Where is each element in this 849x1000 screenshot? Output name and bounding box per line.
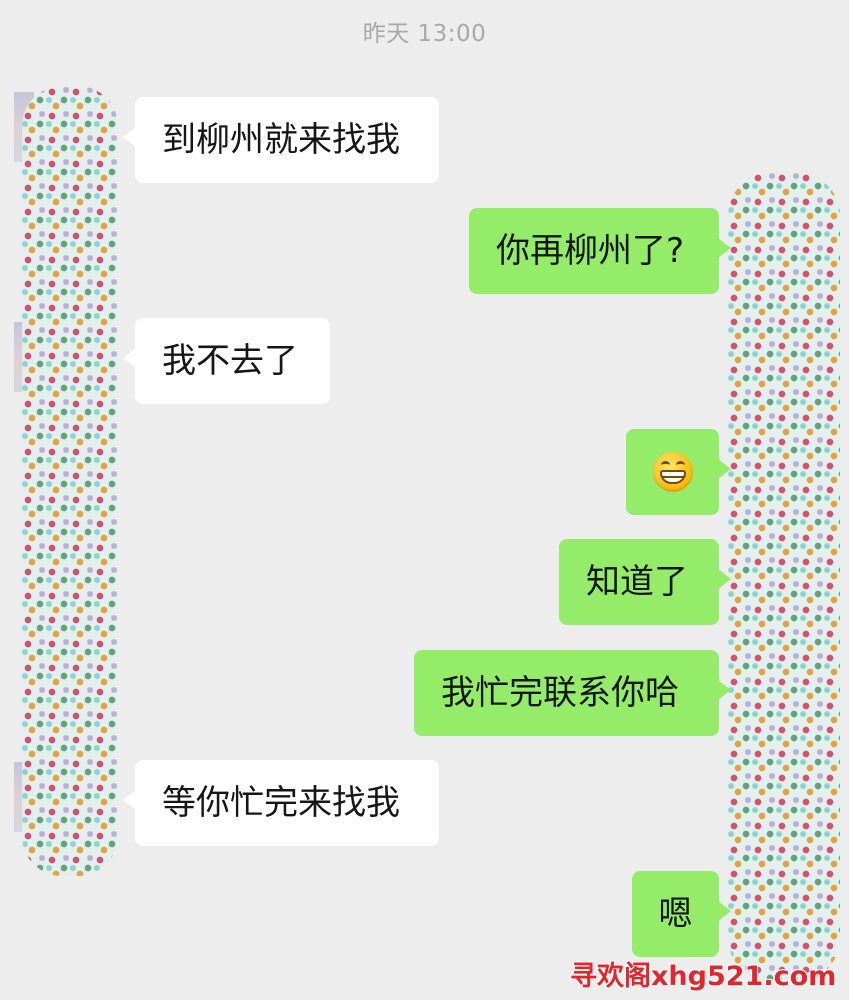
chat-timestamp: 昨天 13:00 [362,21,487,47]
message-bubble[interactable]: 嗯 [632,871,731,957]
emoji-mouth [659,470,686,484]
site-watermark: 寻欢阁xhg521.com [570,961,837,992]
message-text: 到柳州就来找我 [162,120,400,160]
message-text: 你再柳州了? [496,231,685,271]
message-bubble[interactable]: 等你忙完来找我 [123,760,439,846]
message-bubble[interactable]: 你再柳州了? [469,208,731,294]
emoji-eye [675,461,685,469]
message-text: 嗯 [658,894,693,934]
message-text: 知道了 [586,562,688,602]
message-bubble[interactable]: 知道了 [559,539,731,625]
message-bubble[interactable]: 我不去了 [123,318,330,404]
privacy-mask-left [22,86,118,876]
grinning-face-emoji-icon [652,452,693,492]
emoji-eye [660,461,670,469]
message-text: 我忙完联系你哈 [441,673,679,713]
message-bubble[interactable] [626,429,731,515]
message-text: 等你忙完来找我 [162,783,400,823]
privacy-mask-right [728,172,840,982]
message-text: 我不去了 [162,341,298,381]
message-bubble[interactable]: 我忙完联系你哈 [414,650,731,736]
message-bubble[interactable]: 到柳州就来找我 [123,97,439,183]
